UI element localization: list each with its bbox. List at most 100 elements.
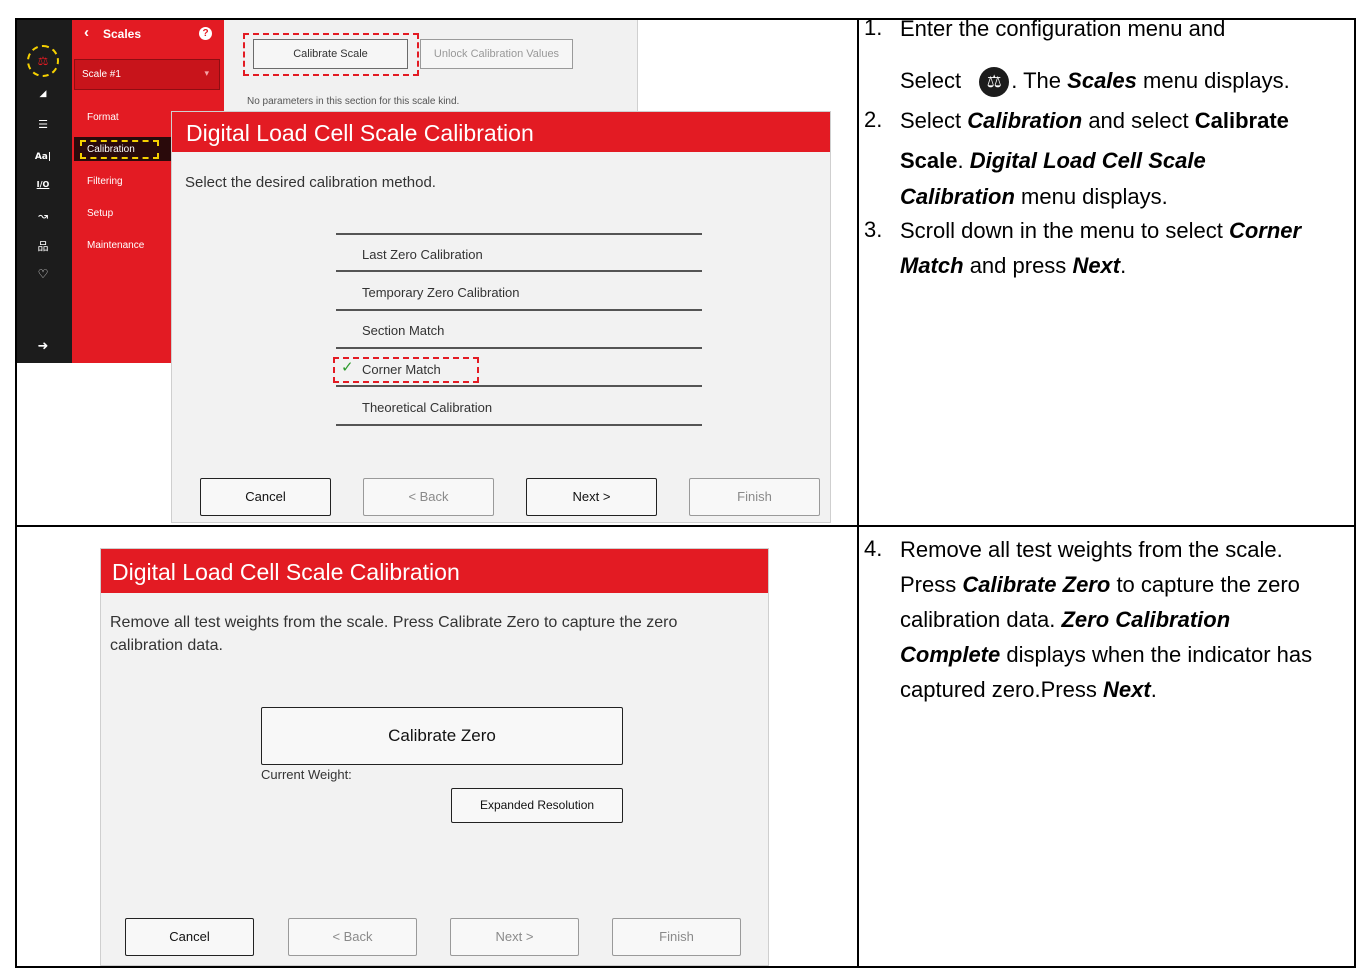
step3-match: Match [900,253,964,278]
step4-captured: captured zero.Press [900,677,1097,702]
step1-line1: Enter the configuration menu and [900,16,1226,41]
option-divider [336,233,702,235]
step3-next: Next [1072,253,1121,278]
step4-next: Next [1103,677,1151,702]
menu-item-calibration[interactable]: Calibration [87,144,135,155]
dialog-title: Digital Load Cell Scale Calibration [112,559,460,585]
table-border-divider [857,18,859,968]
list-icon[interactable]: ☰ [14,118,72,132]
calibration-dialog: Digital Load Cell Scale Calibration [171,111,831,523]
current-weight-label: Current Weight: [261,767,352,782]
step4-calibration-data: calibration data. [900,607,1056,632]
step4-line3: calibration data. Zero Calibration [900,606,1230,634]
scales-badge-icon: ⚖ [979,67,1010,98]
dialog-header: Digital Load Cell Scale Calibration [172,112,830,152]
io-icon[interactable]: I/O [14,178,72,192]
step1-scales: Scales [1067,68,1137,93]
scale-select[interactable]: Scale #1 ▾ [74,59,220,90]
menu-item-maintenance[interactable]: Maintenance [87,240,144,251]
no-params-text: No parameters in this section for this s… [247,96,460,107]
back-icon[interactable]: ‹ [84,24,89,41]
option-section-match[interactable]: Section Match [362,323,444,338]
step3-scroll: Scroll down in the menu to select [900,218,1223,243]
option-corner-match[interactable]: Corner Match [362,362,441,377]
step4-complete: Complete [900,642,1001,667]
scale-select-value: Scale #1 [82,69,121,80]
step3-corner: Corner [1228,218,1302,243]
step4-period: . [1150,677,1157,702]
step2-menu-displays: menu displays. [1021,184,1168,209]
menu-item-setup[interactable]: Setup [87,208,113,219]
step2-number: 2. [864,107,883,132]
step4-line2: Press Calibrate Zero to capture the zero [900,571,1300,599]
step3-line2: Match and press Next. [900,252,1126,280]
step2-calibration: Calibration [967,108,1083,133]
step2-scale: Scale [900,148,958,173]
option-theoretical[interactable]: Theoretical Calibration [362,400,492,415]
chevron-down-icon: ▾ [204,68,209,78]
step4-line1: Remove all test weights from the scale. [900,537,1283,562]
check-icon: ✓ [341,358,354,376]
dialog-prompt: Select the desired calibration method. [185,174,436,191]
finish-button[interactable]: Finish [689,478,820,516]
step2-dlc-line2: Calibration [900,184,1015,209]
option-divider [336,424,702,426]
step4-number: 4. [864,536,883,561]
wifi-icon[interactable]: ◢ [14,87,72,101]
network-icon[interactable]: 品 [14,240,72,254]
step3-line1: Scroll down in the menu to select Corner [900,217,1301,245]
step4-displays-when: displays when the indicator has [1006,642,1313,667]
step4-line5: captured zero.Press Next. [900,676,1157,704]
step2-and-select: and select [1088,108,1189,133]
step1-number: 1. [864,15,883,40]
menu-item-filtering[interactable]: Filtering [87,176,123,187]
step4-to-capture: to capture the zero [1116,572,1300,597]
step2-dlc-line1: Digital Load Cell Scale [969,148,1206,173]
instruction-text-line1: Remove all test weights from the scale. … [110,614,678,631]
step2-line1: Select Calibration and select Calibrate [900,107,1289,135]
option-last-zero[interactable]: Last Zero Calibration [362,247,483,262]
step1-line2: Select ⚖. The Scales menu displays. [900,67,1290,98]
step2-period: . [957,148,964,173]
cancel-button[interactable]: Cancel [125,918,254,956]
option-divider [336,309,702,311]
menu-title: Scales [103,27,142,41]
route-icon[interactable]: ↝ [14,209,72,223]
calibrate-scale-highlight [243,33,419,76]
expanded-resolution-button[interactable]: Expanded Resolution [451,788,623,823]
step2-line3: Calibration menu displays. [900,183,1168,211]
scales-icon[interactable]: ⚖ [14,54,72,68]
option-temporary-zero[interactable]: Temporary Zero Calibration [362,285,520,300]
back-button[interactable]: < Back [288,918,417,956]
instruction-text-line2: calibration data. [110,637,223,654]
next-button[interactable]: Next > [450,918,579,956]
step4-zero-calibration: Zero Calibration [1061,607,1231,632]
back-button[interactable]: < Back [363,478,494,516]
step3-and-press: and press [969,253,1067,278]
step2-select: Select [900,108,962,133]
help-icon[interactable]: ? [199,27,212,40]
option-divider [336,385,702,387]
menu-item-format[interactable]: Format [87,112,119,123]
step4-calibrate-zero: Calibrate Zero [962,572,1111,597]
dialog-title: Digital Load Cell Scale Calibration [186,120,534,146]
cancel-button[interactable]: Cancel [200,478,331,516]
font-icon[interactable]: Aa| [14,150,72,164]
step3-period: . [1120,253,1127,278]
health-icon[interactable]: ♡ [14,267,72,281]
dialog-header: Digital Load Cell Scale Calibration [101,549,768,593]
calibrate-zero-button[interactable]: Calibrate Zero [261,707,623,765]
option-divider [336,347,702,349]
step4-press: Press [900,572,957,597]
next-button[interactable]: Next > [526,478,657,516]
option-divider [336,270,702,272]
unlock-calibration-button[interactable]: Unlock Calibration Values [420,39,573,69]
finish-button[interactable]: Finish [612,918,741,956]
step1-select: Select [900,68,962,93]
step2-calibrate: Calibrate [1194,108,1289,133]
step2-line2: Scale. Digital Load Cell Scale [900,147,1206,175]
step4-line4: Complete displays when the indicator has [900,641,1312,669]
exit-icon[interactable]: ➜ [14,340,72,354]
step1-the: . The [1011,68,1062,93]
table-border-middle [15,525,1356,527]
